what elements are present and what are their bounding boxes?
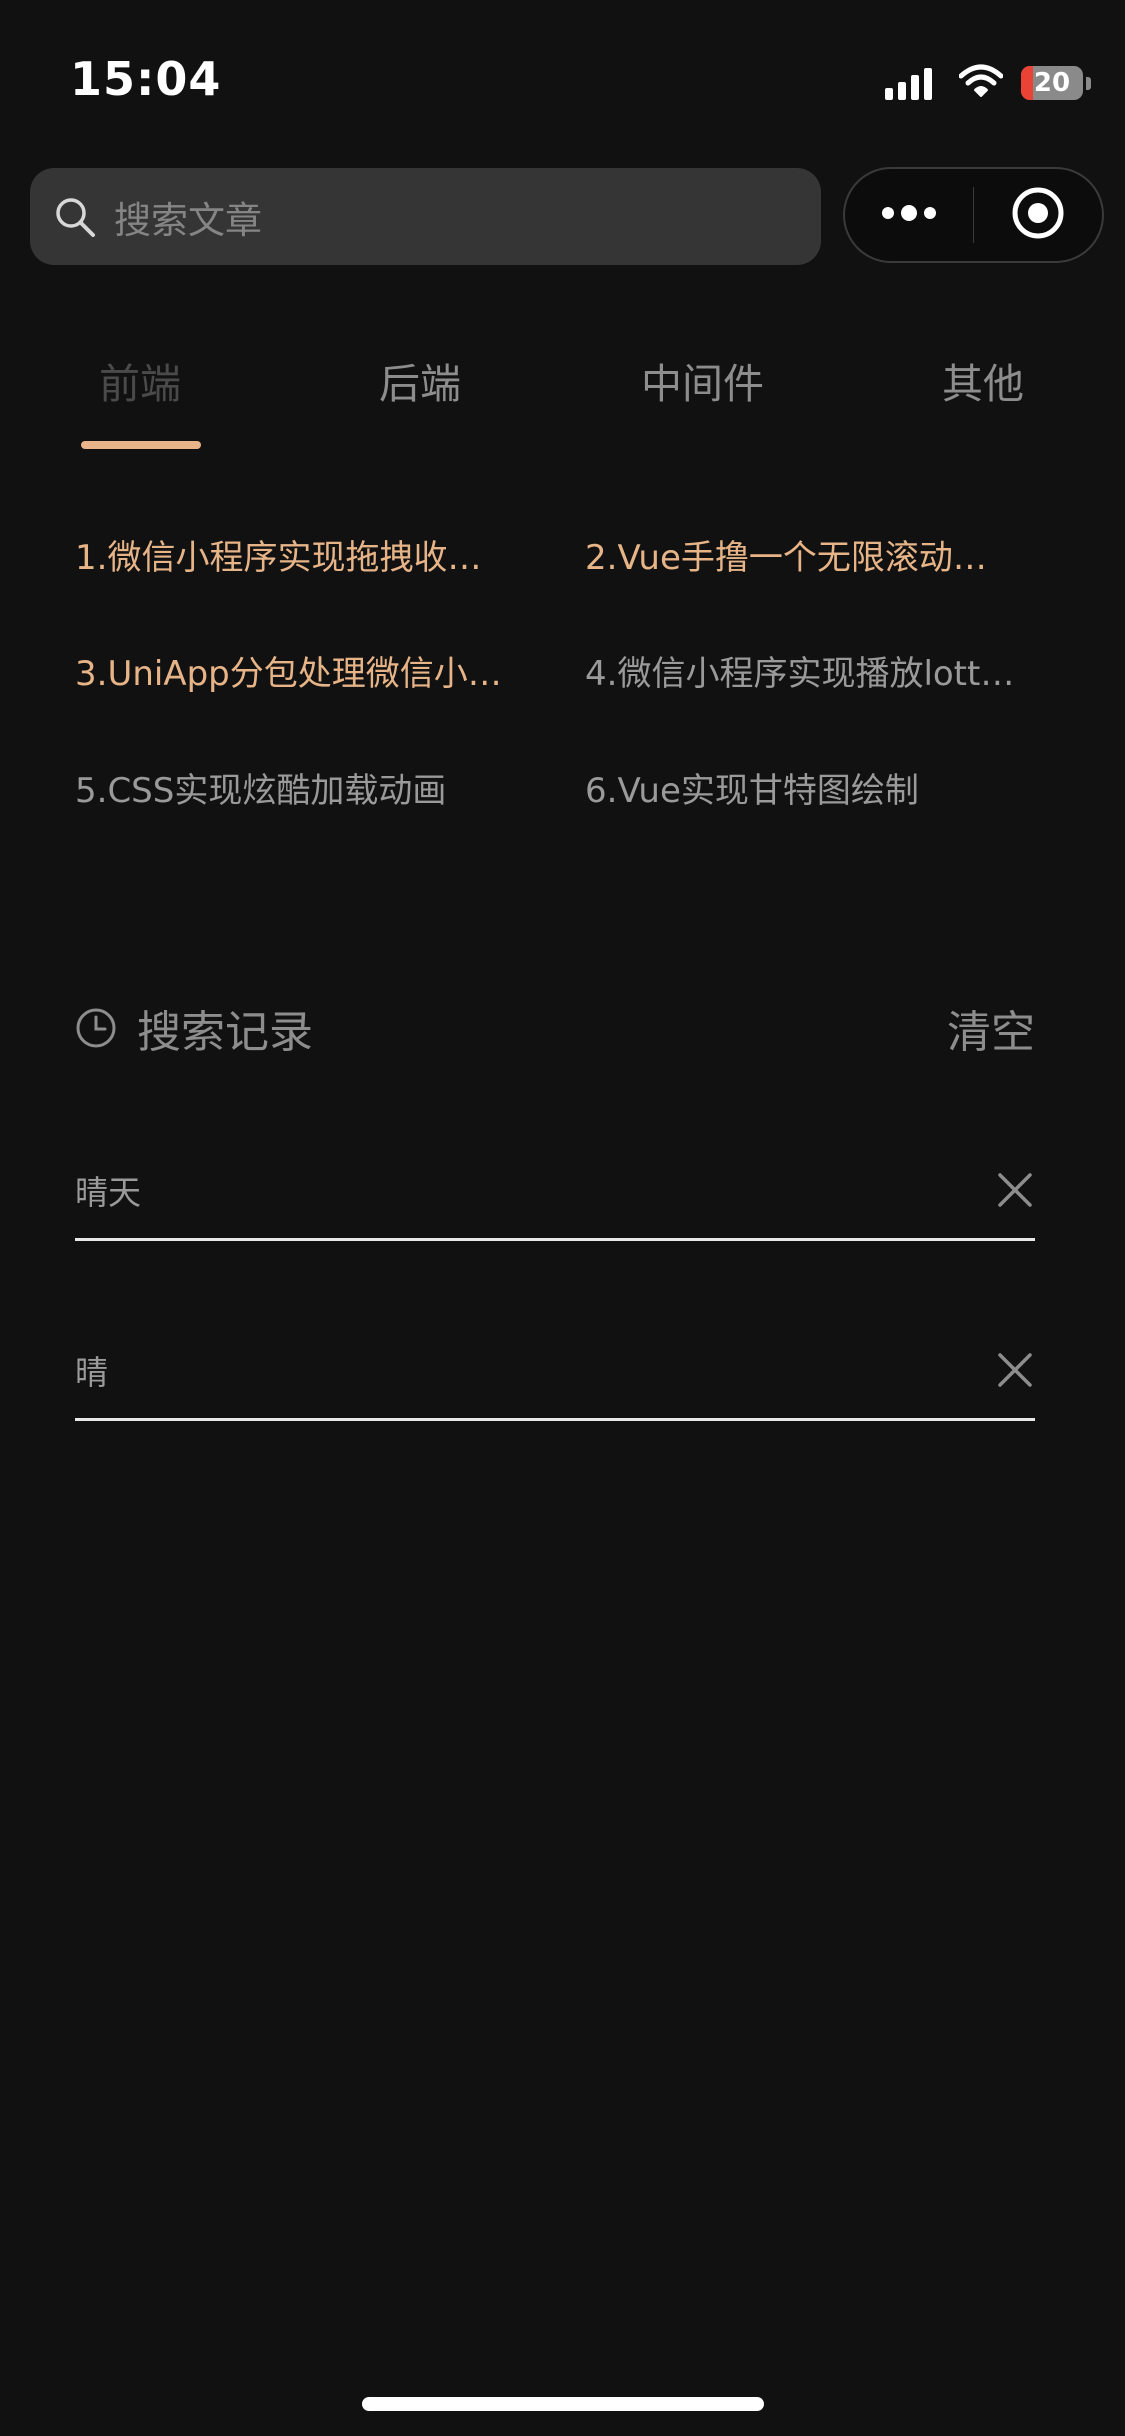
category-tabs: 前端 后端 中间件 其他 — [0, 350, 1125, 450]
more-button[interactable] — [845, 169, 973, 261]
article-item[interactable]: 4.微信小程序实现播放lott… — [585, 646, 1025, 695]
active-tab-indicator — [81, 441, 201, 449]
close-icon[interactable] — [997, 1172, 1033, 1208]
article-item[interactable]: 1.微信小程序实现拖拽收… — [75, 530, 515, 579]
signal-bars-icon — [885, 66, 937, 100]
battery-level: 20 — [1033, 68, 1071, 98]
status-icons: 20 — [885, 58, 1091, 108]
clock-icon — [75, 1007, 117, 1049]
more-dots-icon — [880, 205, 938, 225]
battery-cap — [1086, 76, 1091, 90]
history-item-text: 晴 — [75, 1352, 108, 1392]
history-header: 搜索记录 清空 — [75, 998, 1035, 1058]
article-item[interactable]: 6.Vue实现甘特图绘制 — [585, 763, 1025, 812]
history-title: 搜索记录 — [137, 1007, 313, 1058]
history-item-text: 晴天 — [75, 1172, 141, 1212]
search-placeholder: 搜索文章 — [114, 198, 262, 242]
history-item[interactable]: 晴 — [75, 1321, 1035, 1421]
status-time: 15:04 — [70, 52, 222, 106]
article-item[interactable]: 3.UniApp分包处理微信小… — [75, 646, 515, 695]
wifi-icon — [958, 64, 1004, 102]
home-indicator — [362, 2397, 764, 2411]
clear-history-button[interactable]: 清空 — [947, 996, 1035, 1060]
close-icon[interactable] — [997, 1352, 1033, 1388]
tab-middleware[interactable]: 中间件 — [641, 350, 764, 410]
mini-program-close-icon — [1010, 185, 1066, 245]
article-item[interactable]: 5.CSS实现炫酷加载动画 — [75, 763, 515, 812]
history-item[interactable]: 晴天 — [75, 1141, 1035, 1241]
search-input[interactable]: 搜索文章 — [30, 168, 821, 265]
tab-backend[interactable]: 后端 — [379, 350, 461, 410]
article-item[interactable]: 2.Vue手撸一个无限滚动… — [585, 530, 1025, 579]
close-mini-program-button[interactable] — [974, 169, 1102, 261]
mini-program-capsule — [843, 167, 1104, 263]
search-icon — [54, 196, 96, 238]
status-bar: 15:04 20 — [0, 0, 1125, 160]
tab-other[interactable]: 其他 — [942, 350, 1024, 410]
battery-icon: 20 — [1021, 66, 1083, 100]
tab-frontend[interactable]: 前端 — [99, 350, 181, 410]
